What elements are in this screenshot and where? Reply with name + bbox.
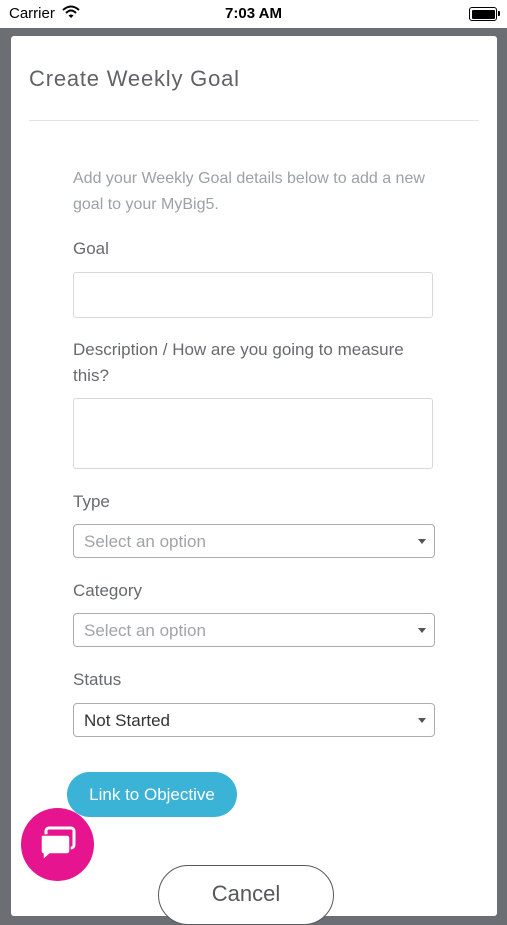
- type-select[interactable]: Select an option: [73, 524, 435, 558]
- chat-button[interactable]: [21, 808, 94, 881]
- status-select[interactable]: Not Started: [73, 703, 435, 737]
- intro-text: Add your Weekly Goal details below to ad…: [73, 170, 425, 213]
- goal-label: Goal: [73, 239, 109, 258]
- chat-bubble-icon: [40, 826, 76, 862]
- category-label: Category: [73, 581, 142, 600]
- battery-icon: [469, 7, 500, 21]
- category-select-value: Select an option: [84, 621, 206, 640]
- description-textarea[interactable]: [73, 398, 433, 469]
- type-label: Type: [73, 492, 110, 511]
- title-divider: [29, 120, 479, 121]
- goal-input[interactable]: [73, 272, 433, 318]
- page-title: Create Weekly Goal: [29, 66, 240, 91]
- cancel-button[interactable]: Cancel: [158, 865, 334, 925]
- chevron-down-icon: [418, 718, 426, 723]
- status-select-value: Not Started: [84, 711, 170, 730]
- create-goal-dialog: Create Weekly Goal Add your Weekly Goal …: [11, 36, 497, 925]
- description-label: Description / How are you going to measu…: [73, 340, 404, 385]
- type-select-value: Select an option: [84, 532, 206, 551]
- status-time: 7:03 AM: [225, 5, 282, 22]
- chevron-down-icon: [418, 539, 426, 544]
- link-to-objective-button[interactable]: Link to Objective: [67, 772, 237, 817]
- status-bar: Carrier 7:03 AM: [0, 0, 507, 28]
- chevron-down-icon: [418, 628, 426, 633]
- status-label: Status: [73, 670, 122, 689]
- category-select[interactable]: Select an option: [73, 613, 435, 647]
